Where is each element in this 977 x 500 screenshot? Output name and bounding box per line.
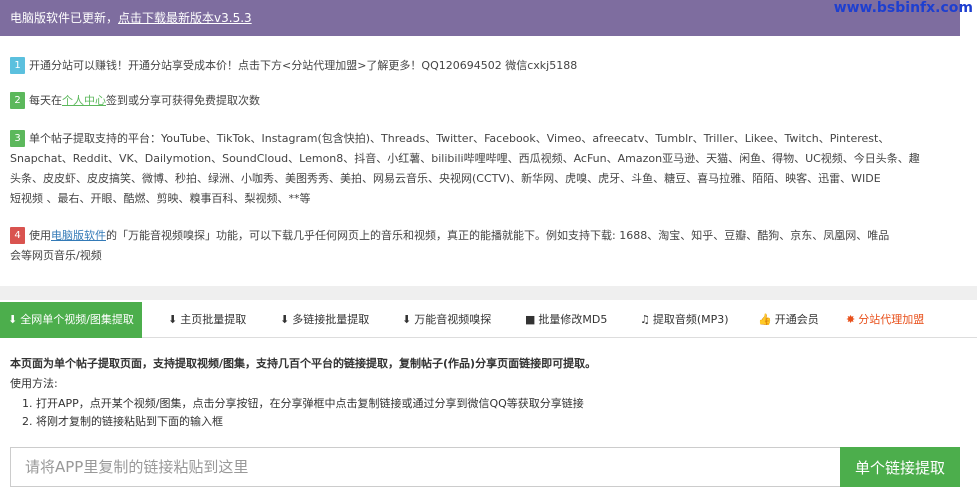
banner-text: 电脑版软件已更新， xyxy=(10,11,119,25)
link-input[interactable] xyxy=(10,447,840,487)
tab-label: 提取音频(MP3) xyxy=(652,313,729,326)
link-input-bar: 单个链接提取 xyxy=(10,447,960,487)
tab-batch-md5[interactable]: ■ 批量修改MD5 xyxy=(525,302,607,338)
notice-item-3: 3 单个帖子提取支持的平台：YouTube、TikTok、Instagram(包含… xyxy=(10,129,960,209)
platform-list-line: 单个帖子提取支持的平台：YouTube、TikTok、Instagram(包含快… xyxy=(29,132,890,145)
notice-number-badge: 1 xyxy=(10,57,25,74)
tool-tabs: ⬇ 全网单个视频/图集提取 ⬇ 主页批量提取 ⬇ 多链接批量提取 ⬇ 万能音视频嗅探 ■… xyxy=(0,302,977,338)
platform-list-line: Snapchat、Reddit、VK、Dailymotion、SoundClou… xyxy=(10,152,920,165)
notice-text: 开通分站可以赚钱！开通分站享受成本价！点击下方<分站代理加盟>了解更多！QQ12… xyxy=(29,59,578,72)
notice-number-badge: 4 xyxy=(10,227,25,244)
notice-number-badge: 2 xyxy=(10,92,25,109)
usage-step: 1. 打开APP，点开某个视频/图集，点击分享按钮，在分享弹框中点击复制链接或通… xyxy=(22,397,584,410)
tab-label: 全网单个视频/图集提取 xyxy=(20,313,134,326)
tab-label: 万能音视频嗅探 xyxy=(414,313,492,326)
notice-item-1: 1 开通分站可以赚钱！开通分站享受成本价！点击下方<分站代理加盟>了解更多！QQ1… xyxy=(10,56,960,76)
notice-text: 签到或分享可获得免费提取次数 xyxy=(106,94,260,107)
usage-step: 2. 将刚才复制的链接粘贴到下面的输入框 xyxy=(22,415,223,428)
platform-list-line: 头条、皮皮虾、皮皮搞笑、微博、秒拍、绿洲、小咖秀、美图秀秀、美拍、网易云音乐、央… xyxy=(10,172,881,185)
tab-membership[interactable]: 👍 开通会员 xyxy=(758,302,819,338)
notice-item-2: 2 每天在个人中心签到或分享可获得免费提取次数 xyxy=(10,91,960,111)
thumbs-up-icon: 👍 xyxy=(758,313,772,326)
tab-extract-audio[interactable]: ♫ 提取音频(MP3) xyxy=(640,302,729,338)
tab-label: 多链接批量提取 xyxy=(292,313,370,326)
tab-label: 主页批量提取 xyxy=(180,313,247,326)
desktop-software-link[interactable]: 电脑版软件 xyxy=(51,229,106,242)
update-banner: 电脑版软件已更新，点击下载最新版本v3.5.3 xyxy=(0,0,960,36)
platform-list-line: 短视频 、最右、开眼、酷燃、剪映、糗事百科、梨视频、**等 xyxy=(10,192,311,205)
tab-media-sniffer[interactable]: ⬇ 万能音视频嗅探 xyxy=(402,302,491,338)
notice-text: 的「万能音视频嗅探」功能，可以下载几乎任何网页上的音乐和视频，真正的能播就能下。… xyxy=(106,229,890,242)
video-camera-icon: ■ xyxy=(525,313,536,326)
section-divider xyxy=(0,286,977,300)
download-latest-link[interactable]: 点击下载最新版本v3.5.3 xyxy=(118,11,252,25)
tab-homepage-batch[interactable]: ⬇ 主页批量提取 xyxy=(168,302,246,338)
tab-single-extract[interactable]: ⬇ 全网单个视频/图集提取 xyxy=(0,302,142,338)
usage-label: 使用方法: xyxy=(10,377,58,390)
tab-multi-link-batch[interactable]: ⬇ 多链接批量提取 xyxy=(280,302,369,338)
watermark: www.bsbinfx.com xyxy=(833,0,973,16)
notice-text: 会等网页音乐/视频 xyxy=(10,249,102,262)
extract-button[interactable]: 单个链接提取 xyxy=(840,447,960,487)
notice-item-4: 4 使用电脑版软件的「万能音视频嗅探」功能，可以下载几乎任何网页上的音乐和视频，真… xyxy=(10,226,960,266)
notice-number-badge: 3 xyxy=(10,130,25,147)
notice-text: 每天在 xyxy=(29,94,62,107)
download-icon: ⬇ xyxy=(168,313,178,326)
download-icon: ⬇ xyxy=(8,313,18,326)
star-icon: ✸ xyxy=(846,313,856,326)
tab-label: 开通会员 xyxy=(774,313,819,326)
download-icon: ⬇ xyxy=(280,313,290,326)
tab-agent-join[interactable]: ✸ 分站代理加盟 xyxy=(846,302,924,338)
tab-label: 分站代理加盟 xyxy=(858,313,925,326)
music-note-icon: ♫ xyxy=(640,313,650,326)
download-icon: ⬇ xyxy=(402,313,412,326)
tab-label: 批量修改MD5 xyxy=(538,313,608,326)
notice-text: 使用 xyxy=(29,229,51,242)
page-headline: 本页面为单个帖子提取页面，支持提取视频/图集，支持几百个平台的链接提取，复制帖子… xyxy=(10,357,597,370)
personal-center-link[interactable]: 个人中心 xyxy=(62,94,106,107)
